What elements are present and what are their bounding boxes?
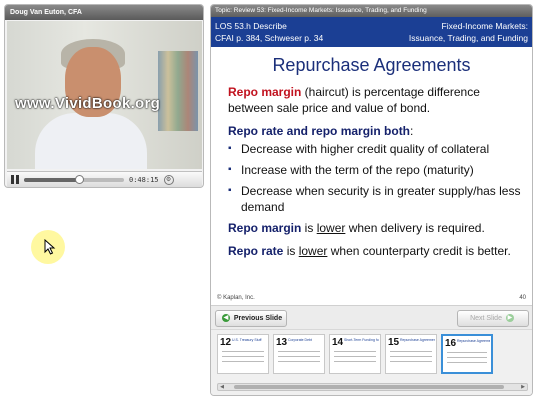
slide-number: 40 xyxy=(519,295,526,301)
slide-panel: Topic: Review 53: Fixed-Income Markets: … xyxy=(210,4,533,396)
bullet-item: Increase with the term of the repo (matu… xyxy=(228,162,522,178)
arrow-left-icon: ◀ xyxy=(221,314,230,323)
thumbnail-caption: Corporate Debt xyxy=(288,338,312,342)
thumbnail-number: 15 xyxy=(388,337,400,348)
paragraph-margin-lower: Repo margin is lower when delivery is re… xyxy=(228,220,522,236)
bullet-item: Decrease with higher credit quality of c… xyxy=(228,141,522,157)
los-label: LOS 53.h Describe xyxy=(215,21,287,31)
thumbnail-scrollbar[interactable]: ◀ ▶ xyxy=(217,383,528,391)
slide-thumbnail[interactable]: 15 Repurchase Agreements xyxy=(385,334,437,374)
slide-thumbnail[interactable]: 14 Short-Term Funding for Banks xyxy=(329,334,381,374)
pause-icon[interactable] xyxy=(11,175,19,184)
presenter-body xyxy=(35,113,147,169)
page-reference: CFAI p. 384, Schweser p. 34 xyxy=(215,33,324,43)
reading-title-1: Fixed-Income Markets: xyxy=(441,21,528,31)
previous-slide-label: Previous Slide xyxy=(233,315,283,322)
seek-bar[interactable] xyxy=(24,174,124,184)
seek-handle[interactable] xyxy=(75,174,84,184)
watermark-text: www.VividBook.org xyxy=(15,95,161,112)
settings-icon[interactable]: ⚙ xyxy=(163,174,174,185)
scroll-left-icon[interactable]: ◀ xyxy=(218,384,226,390)
underlined-word: lower xyxy=(298,244,328,258)
slide-content: Repurchase Agreements Repo margin (hairc… xyxy=(211,47,532,303)
term-repo-margin: Repo margin xyxy=(228,85,302,99)
bullet-list: Decrease with higher credit quality of c… xyxy=(228,141,522,215)
mouse-pointer-icon xyxy=(44,239,56,255)
arrow-right-icon: ▶ xyxy=(505,314,514,323)
previous-slide-button[interactable]: ◀ Previous Slide xyxy=(215,310,287,327)
video-frame[interactable]: www.VividBook.org xyxy=(7,21,202,169)
thumbnail-caption: Short-Term Funding for Banks xyxy=(344,338,379,342)
thumbnail-number: 13 xyxy=(276,337,288,348)
next-slide-button[interactable]: Next Slide ▶ xyxy=(457,310,529,327)
paragraph-text: is xyxy=(283,244,299,258)
scroll-right-icon[interactable]: ▶ xyxy=(519,384,527,390)
slide-thumbnail[interactable]: 12 U.S. Treasury Stuff xyxy=(217,334,269,374)
paragraph-text: is xyxy=(301,221,317,235)
thumbnail-strip: 12 U.S. Treasury Stuff 13 Corporate Debt… xyxy=(211,329,532,395)
slide-footer: © Kaplan, Inc. 40 xyxy=(217,295,526,301)
bullet-item: Decrease when security is in greater sup… xyxy=(228,183,522,215)
paragraph-text: when delivery is required. xyxy=(345,221,485,235)
thumbnail-caption: U.S. Treasury Stuff xyxy=(232,338,262,342)
thumbnail-number: 14 xyxy=(332,337,344,348)
thumbnail-caption: Repurchase Agreements xyxy=(457,339,490,343)
term-repo-rate: Repo rate xyxy=(228,244,284,258)
scrollbar-thumb[interactable] xyxy=(234,385,504,389)
thumbnail-number: 12 xyxy=(220,337,232,348)
underlined-word: lower xyxy=(316,221,346,235)
thumbnail-caption: Repurchase Agreements xyxy=(400,338,435,342)
slide-thumbnail-current[interactable]: 16 Repurchase Agreements xyxy=(441,334,493,374)
paragraph-text: : xyxy=(410,124,414,138)
bookshelf-background xyxy=(158,51,198,131)
next-slide-label: Next Slide xyxy=(470,315,502,322)
video-controls: 0:48:15 ⚙ xyxy=(7,171,202,187)
seek-progress xyxy=(24,177,79,182)
copyright: © Kaplan, Inc. xyxy=(217,295,255,301)
term-repo-margin: Repo margin xyxy=(228,221,302,235)
paragraph-rate-lower: Repo rate is lower when counterparty cre… xyxy=(228,243,522,259)
reading-title-2: Issuance, Trading, and Funding xyxy=(408,33,528,43)
slide-thumbnail[interactable]: 13 Corporate Debt xyxy=(273,334,325,374)
slide-header: LOS 53.h Describe CFAI p. 384, Schweser … xyxy=(211,17,532,47)
presenter-name: Doug Van Euton, CFA xyxy=(5,5,203,20)
slide-title: Repurchase Agreements xyxy=(272,55,471,75)
paragraph-both: Repo rate and repo margin both: xyxy=(228,123,522,139)
elapsed-time: 0:48:15 xyxy=(129,175,159,184)
paragraph-repo-margin: Repo margin (haircut) is percentage diff… xyxy=(228,84,522,116)
slide-navigation: ◀ Previous Slide Next Slide ▶ xyxy=(211,305,532,329)
topic-bar: Topic: Review 53: Fixed-Income Markets: … xyxy=(211,5,532,17)
term-rate-margin: Repo rate and repo margin both xyxy=(228,124,411,138)
video-panel: Doug Van Euton, CFA www.VividBook.org 0:… xyxy=(4,4,204,188)
thumbnail-number: 16 xyxy=(445,338,457,349)
paragraph-text: when counterparty credit is better. xyxy=(327,244,511,258)
